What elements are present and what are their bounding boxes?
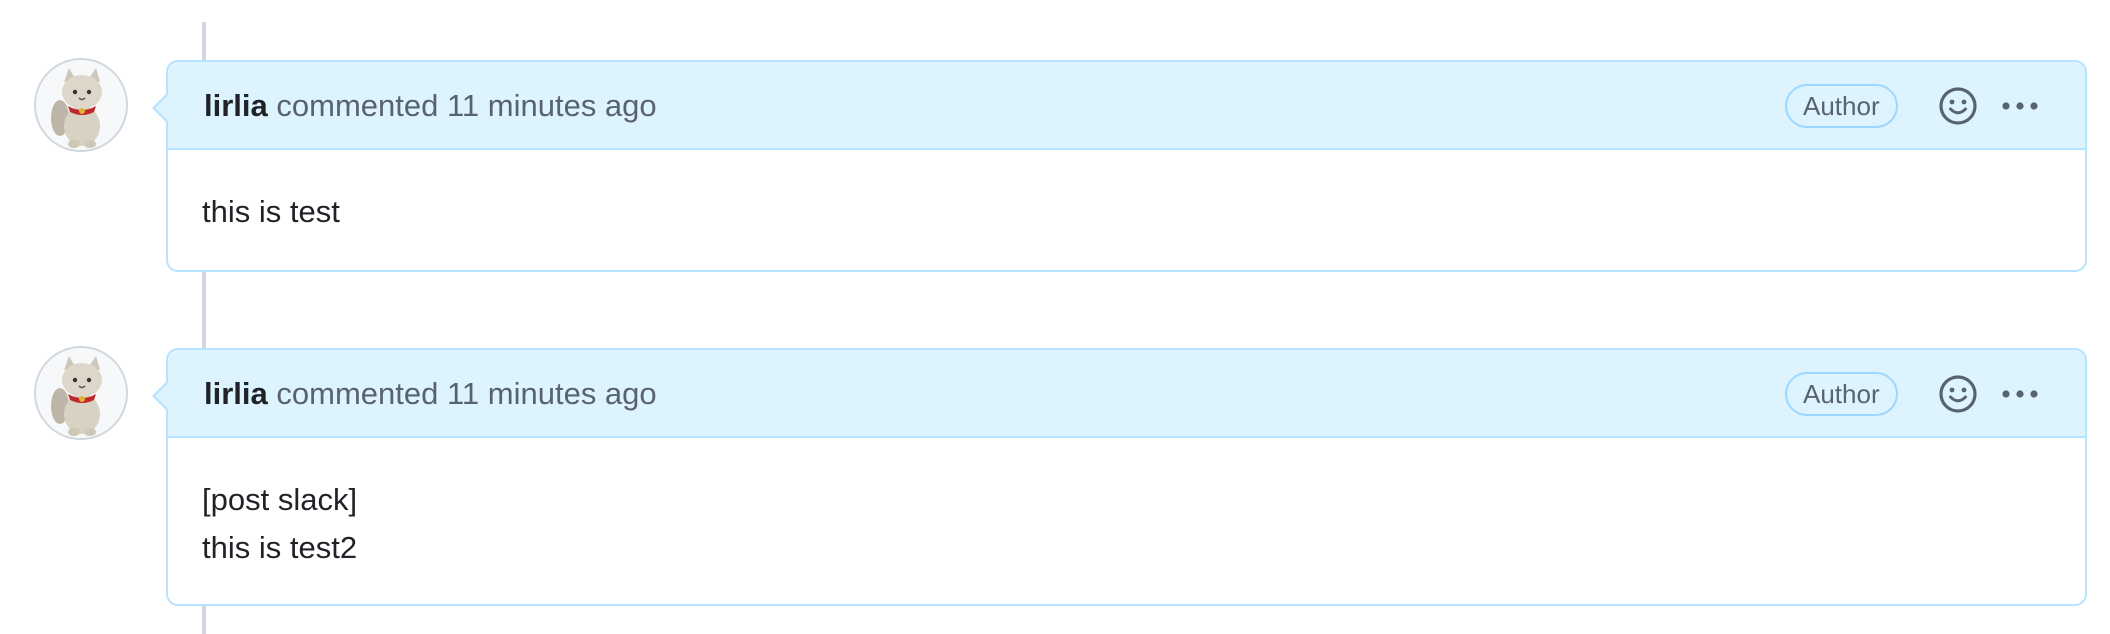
smiley-icon — [1939, 375, 1977, 413]
author-badge: Author — [1785, 84, 1898, 128]
comment-body-line: [post slack] — [202, 482, 358, 517]
comment-action: commented — [276, 376, 439, 411]
comment-timestamp[interactable]: 11 minutes ago — [447, 376, 657, 411]
comment-body: [post slack] this is test2 — [168, 438, 2085, 572]
author-link[interactable]: lirlia — [204, 376, 268, 411]
comment-body-line: this is test2 — [202, 530, 358, 565]
comment-body: this is test — [168, 150, 2085, 236]
comment-action: commented — [276, 88, 439, 123]
kebab-horizontal-icon — [2002, 390, 2038, 398]
add-reaction-button[interactable] — [1936, 372, 1980, 416]
comment-body-line: this is test — [202, 194, 340, 229]
cat-avatar-icon — [36, 348, 126, 438]
comment-options-button[interactable] — [1998, 88, 2042, 124]
kebab-horizontal-icon — [2002, 102, 2038, 110]
comment-box: lirlia commented 11 minutes ago Author — [152, 348, 2087, 606]
comment-timestamp[interactable]: 11 minutes ago — [447, 88, 657, 123]
add-reaction-button[interactable] — [1936, 84, 1980, 128]
comment-meta: lirlia commented 11 minutes ago — [204, 86, 657, 126]
comment-header: lirlia commented 11 minutes ago Author — [168, 350, 2085, 438]
avatar[interactable] — [34, 346, 128, 440]
avatar[interactable] — [34, 58, 128, 152]
author-link[interactable]: lirlia — [204, 88, 268, 123]
cat-avatar-icon — [36, 60, 126, 150]
comment-meta: lirlia commented 11 minutes ago — [204, 374, 657, 414]
smiley-icon — [1939, 87, 1977, 125]
comment-header: lirlia commented 11 minutes ago Author — [168, 62, 2085, 150]
comment-options-button[interactable] — [1998, 376, 2042, 412]
author-badge: Author — [1785, 372, 1898, 416]
comment-box: lirlia commented 11 minutes ago Author — [152, 60, 2087, 272]
